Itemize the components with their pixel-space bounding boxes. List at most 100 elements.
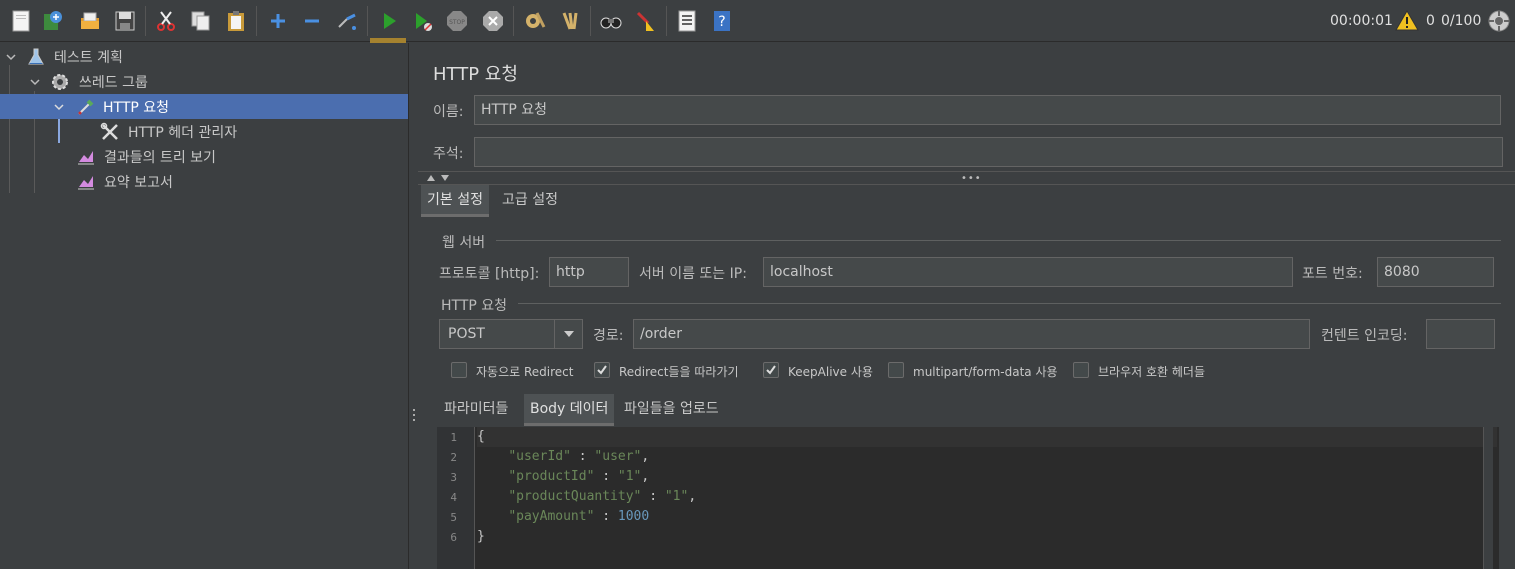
shutdown-icon[interactable] [480, 8, 506, 34]
page-title: HTTP 요청 [433, 64, 518, 85]
code-token: 1000 [617, 509, 650, 524]
tab-basic[interactable]: 기본 설정 [421, 185, 489, 217]
svg-text:?: ? [718, 14, 725, 30]
svg-text:STOP: STOP [449, 19, 465, 26]
new-icon[interactable] [8, 8, 34, 34]
code-token: "payAmount" [508, 509, 595, 524]
keepalive-checkbox[interactable] [763, 362, 779, 378]
clear-all-icon[interactable] [557, 8, 583, 34]
tree-item-label: 쓰레드 그룹 [79, 74, 148, 91]
body-data-editor[interactable]: 1 2 3 4 5 6 { "userId" : "user", "produc… [437, 427, 1499, 569]
http-request-panel: HTTP 요청 이름: HTTP 요청 주석: ••• 기본 설정 고급 설정 … [418, 43, 1515, 569]
line-number: 5 [450, 511, 457, 524]
chevron-down-icon[interactable] [4, 50, 18, 64]
toolbar-separator [367, 6, 368, 36]
toolbar-separator [590, 6, 591, 36]
comment-label: 주석: [433, 146, 464, 162]
pipette-icon [78, 99, 94, 115]
tree-item-header-manager[interactable]: HTTP 헤더 관리자 [0, 119, 408, 144]
code-token: "user" [594, 449, 642, 464]
function-helper-icon[interactable] [674, 8, 700, 34]
editor-scrollbar[interactable] [1483, 427, 1493, 569]
browser-headers-checkbox[interactable] [1073, 362, 1089, 378]
warning-icon[interactable] [1395, 9, 1419, 33]
code-token: "productQuantity" [508, 489, 642, 504]
tab-parameters[interactable]: 파라미터들 [438, 394, 514, 426]
encoding-input[interactable] [1426, 319, 1495, 349]
code-token: "productId" [508, 469, 595, 484]
browser-headers-label: 브라우저 호환 헤더들 [1098, 365, 1205, 379]
group-divider [496, 240, 1501, 241]
toolbar-separator [666, 6, 667, 36]
code-line: } [477, 527, 485, 547]
line-number-gutter: 1 2 3 4 5 6 [437, 427, 475, 569]
toolbar: STOP ? 00:00:01 0 0/100 [0, 0, 1515, 48]
tree-item-label: 요약 보고서 [104, 174, 173, 191]
tree-item-thread-group[interactable]: 쓰레드 그룹 [0, 69, 408, 94]
tree-item-test-plan[interactable]: 테스트 계획 [0, 44, 408, 69]
stop-icon[interactable]: STOP [444, 8, 470, 34]
code-token: : [570, 449, 595, 464]
remote-status-icon[interactable] [1487, 9, 1511, 33]
tab-advanced[interactable]: 고급 설정 [496, 185, 564, 217]
chevron-down-icon[interactable] [554, 320, 582, 348]
multipart-label: multipart/form-data 사용 [913, 365, 1058, 379]
code-line: "productId" : "1", [477, 467, 649, 487]
tab-upload-files[interactable]: 파일들을 업로드 [618, 394, 725, 426]
collapse-up-icon[interactable] [427, 175, 435, 181]
save-icon[interactable] [112, 8, 138, 34]
cut-icon[interactable] [153, 8, 179, 34]
templates-icon[interactable] [40, 8, 66, 34]
chevron-down-icon[interactable] [52, 100, 66, 114]
clear-icon[interactable] [522, 8, 548, 34]
help-icon[interactable]: ? [709, 8, 735, 34]
drag-handle-icon[interactable]: ••• [961, 174, 982, 184]
tree-item-view-results-tree[interactable]: 결과들의 트리 보기 [0, 144, 408, 169]
search-icon[interactable] [598, 8, 624, 34]
tree-item-label: HTTP 헤더 관리자 [128, 124, 238, 141]
toggle-icon[interactable] [334, 8, 360, 34]
name-input[interactable]: HTTP 요청 [474, 95, 1501, 125]
server-input[interactable]: localhost [763, 257, 1293, 287]
open-icon[interactable] [77, 8, 103, 34]
name-label: 이름: [433, 104, 464, 120]
path-input[interactable]: /order [633, 319, 1310, 349]
panel-splitter[interactable] [408, 43, 418, 569]
code-token: { [477, 429, 485, 444]
collapse-down-icon[interactable] [441, 175, 449, 181]
copy-icon[interactable] [188, 8, 214, 34]
expand-icon[interactable] [265, 8, 291, 34]
section-collapse-bar[interactable]: ••• [418, 171, 1515, 185]
collapse-icon[interactable] [299, 8, 325, 34]
reset-search-icon[interactable] [633, 8, 659, 34]
server-label: 서버 이름 또는 IP: [639, 266, 747, 282]
tree-item-summary-report[interactable]: 요약 보고서 [0, 169, 408, 194]
splitter-grip [413, 419, 415, 421]
chevron-down-icon[interactable] [28, 75, 42, 89]
tab-body-data[interactable]: Body 데이터 [524, 394, 615, 426]
method-select[interactable]: POST [439, 319, 583, 349]
code-token: "1" [617, 469, 642, 484]
protocol-label: 프로토콜 [http]: [439, 266, 540, 282]
multipart-checkbox[interactable] [888, 362, 904, 378]
test-plan-tree: 테스트 계획 쓰레드 그룹 HTTP 요청 HTTP 헤더 관리자 결과들의 트… [0, 43, 408, 569]
tree-item-http-request[interactable]: HTTP 요청 [0, 94, 408, 119]
checkmark-icon [597, 365, 607, 375]
warning-count: 0 [1426, 13, 1435, 29]
auto-redirect-checkbox[interactable] [451, 362, 467, 378]
code-line: "productQuantity" : "1", [477, 487, 696, 507]
comment-input[interactable] [474, 137, 1503, 167]
start-no-pause-icon[interactable] [410, 8, 436, 34]
code-token: , [641, 469, 650, 484]
follow-redirects-label: Redirect들을 따라가기 [619, 365, 739, 379]
encoding-label: 컨텐트 인코딩: [1321, 328, 1408, 344]
paste-icon[interactable] [223, 8, 249, 34]
checkmark-icon [766, 365, 776, 375]
port-label: 포트 번호: [1302, 266, 1363, 282]
port-input[interactable]: 8080 [1377, 257, 1494, 287]
follow-redirects-checkbox[interactable] [594, 362, 610, 378]
tree-item-label: 테스트 계획 [54, 49, 123, 66]
code-token: } [477, 529, 485, 544]
protocol-input[interactable]: http [549, 257, 629, 287]
start-icon[interactable] [376, 8, 402, 34]
